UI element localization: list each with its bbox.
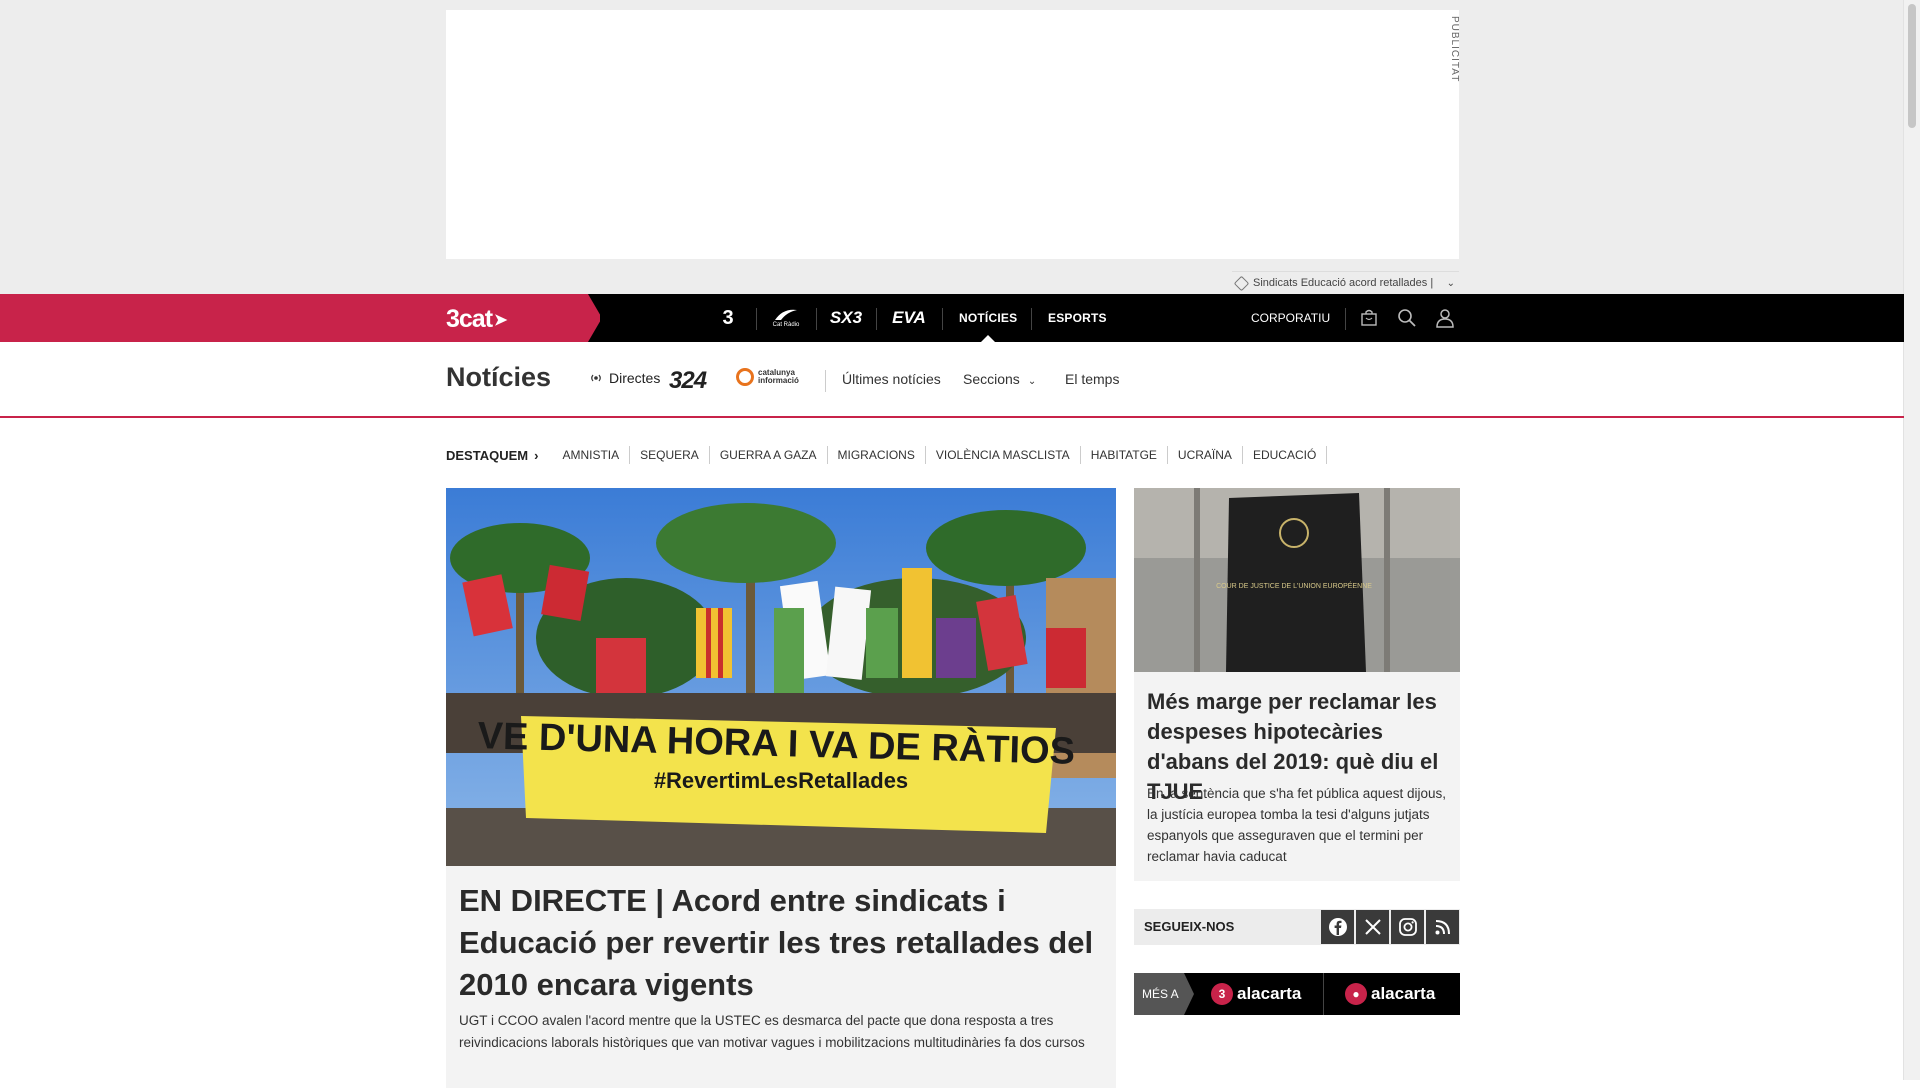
nav-divider	[876, 308, 877, 330]
follow-us-label: SEGUEIX-NOS	[1144, 919, 1235, 934]
nav-divider	[816, 308, 817, 330]
featured-label[interactable]: DESTAQUEM ›	[446, 448, 538, 463]
section-header: Notícies Directes 324 catalunya informac…	[0, 342, 1904, 418]
nav-noticies-label: NOTÍCIES	[959, 311, 1018, 325]
brand-logo-text: 3cat	[446, 305, 493, 333]
tag-icon	[1233, 275, 1250, 291]
nav-divider	[1031, 308, 1032, 330]
featured-label-text: DESTAQUEM	[446, 447, 529, 463]
sections-dropdown[interactable]: Seccions ⌄	[963, 371, 1036, 387]
instagram-icon[interactable]	[1391, 910, 1424, 944]
latest-news-link[interactable]: Últimes notícies	[842, 371, 941, 387]
live-label: Directes	[609, 370, 661, 386]
live-broadcast-icon	[589, 371, 603, 385]
protest-photo: VE D'UNA HORA I VA DE RÀTIOS #RevertimLe…	[446, 488, 1116, 866]
header-divider	[825, 370, 826, 392]
catinfo-text: catalunya informació	[758, 369, 799, 385]
topic-tag[interactable]: GUERRA A GAZA	[710, 446, 828, 464]
logo-324[interactable]: 324	[669, 367, 707, 395]
live-link[interactable]: Directes	[589, 370, 660, 386]
brand-logo[interactable]: 3cat ➤	[446, 305, 507, 334]
corporate-link[interactable]: CORPORATIU	[1251, 294, 1330, 342]
search-icon[interactable]	[1396, 307, 1418, 329]
nav-divider	[942, 308, 943, 330]
brand-strip	[0, 294, 600, 342]
chevron-right-icon: ›	[534, 447, 539, 463]
main-story-image[interactable]: VE D'UNA HORA I VA DE RÀTIOS #RevertimLe…	[446, 488, 1116, 866]
tv3-alacarta-link[interactable]: 3 alacarta	[1211, 973, 1301, 1015]
channel-catradio[interactable]: Cat Ràdio	[764, 294, 808, 342]
court-sign-text: COUR DE JUSTICE DE L'UNION EUROPÉENNE	[1216, 581, 1372, 590]
chevron-down-icon[interactable]: ⌄	[1447, 278, 1455, 289]
nav-divider	[1345, 308, 1346, 330]
main-story-headline[interactable]: EN DIRECTE | Acord entre sindicats i Edu…	[459, 880, 1104, 1006]
catradio-alacarta-label: alacarta	[1371, 984, 1436, 1003]
topic-tag[interactable]: UCRAÏNA	[1168, 446, 1243, 464]
tv3-logo: 3	[722, 306, 734, 329]
logo-324-text: 324	[669, 367, 707, 394]
ad-banner[interactable]	[446, 10, 1459, 259]
catradio-alacarta-link[interactable]: ● alacarta	[1345, 973, 1435, 1015]
nav-esports-label: ESPORTS	[1048, 311, 1107, 325]
channel-eva[interactable]: EVA	[884, 294, 934, 342]
top-navigation: 3cat ➤ 3 Cat Ràdio SX3 EVA NOTÍCIES ESPOR…	[0, 294, 1904, 342]
more-divider	[1323, 973, 1324, 1015]
logo-catalunya-informacio[interactable]: catalunya informació	[736, 368, 799, 386]
nav-divider	[756, 308, 757, 330]
banner-hashtag: #RevertimLesRetallades	[654, 768, 908, 793]
scrollbar-thumb[interactable]	[1908, 4, 1916, 128]
corporate-label: CORPORATIU	[1251, 311, 1331, 325]
main-story-card[interactable]: VE D'UNA HORA I VA DE RÀTIOS #RevertimLe…	[446, 488, 1116, 1088]
ad-label: PUBLICITAT	[1449, 16, 1460, 83]
nav-noticies[interactable]: NOTÍCIES	[959, 294, 1017, 342]
nav-esports[interactable]: ESPORTS	[1048, 294, 1107, 342]
catradio-icon: ●	[1345, 983, 1367, 1005]
follow-us-bar: SEGUEIX-NOS	[1134, 909, 1460, 945]
x-icon[interactable]	[1356, 910, 1389, 944]
topic-tag[interactable]: EDUCACIÓ	[1243, 446, 1328, 464]
shop-bag-icon[interactable]	[1358, 307, 1380, 329]
topic-tag[interactable]: AMNISTIA	[552, 446, 631, 464]
more-at-label: MÉS A	[1134, 973, 1194, 1015]
scrollbar[interactable]	[1903, 0, 1920, 1080]
topic-tag[interactable]: MIGRACIONS	[828, 446, 926, 464]
catradio-logo-icon	[775, 309, 797, 320]
tv3-icon: 3	[1211, 983, 1233, 1005]
topic-tag[interactable]: SEQUERA	[630, 446, 710, 464]
court-sign-photo: COUR DE JUSTICE DE L'UNION EUROPÉENNE	[1134, 488, 1460, 672]
eva-logo: EVA	[892, 308, 926, 327]
topic-tag[interactable]: VIOLÈNCIA MASCLISTA	[926, 446, 1081, 464]
brand-arrow-icon: ➤	[494, 311, 507, 329]
facebook-icon[interactable]	[1321, 910, 1354, 944]
more-at-bar: MÉS A 3 alacarta ● alacarta	[1134, 973, 1460, 1015]
chevron-down-icon: ⌄	[1027, 376, 1037, 387]
sections-label: Seccions	[963, 371, 1020, 387]
catinfo-line2: informació	[758, 376, 799, 385]
catinfo-circle-icon	[736, 368, 754, 386]
topic-tags-text: Sindicats Educació acord retallades |	[1253, 277, 1434, 289]
main-story-summary: UGT i CCOO avalen l'acord mentre que la …	[459, 1013, 1085, 1050]
sx3-logo: SX3	[829, 308, 863, 327]
page-title: Notícies	[446, 362, 552, 392]
topic-tags-bar[interactable]: Sindicats Educació acord retallades | ⌄	[1232, 271, 1459, 294]
tv3-alacarta-label: alacarta	[1237, 984, 1302, 1003]
side-story-image[interactable]: COUR DE JUSTICE DE L'UNION EUROPÉENNE	[1134, 488, 1460, 672]
side-story-card[interactable]: COUR DE JUSTICE DE L'UNION EUROPÉENNE Mé…	[1134, 488, 1460, 881]
channel-sx3[interactable]: SX3	[824, 294, 868, 342]
side-story-summary: En la sentència que s'ha fet pública aqu…	[1147, 786, 1447, 864]
rss-icon[interactable]	[1426, 910, 1459, 944]
featured-topics: DESTAQUEM › AMNISTIA SEQUERA GUERRA A GAZ…	[446, 446, 1328, 464]
catradio-label: Cat Ràdio	[772, 322, 800, 328]
weather-link[interactable]: El temps	[1065, 371, 1119, 387]
channel-tv3[interactable]: 3	[708, 294, 748, 342]
user-icon[interactable]	[1434, 307, 1456, 329]
ad-zone: PUBLICITAT Sindicats Educació acord reta…	[0, 0, 1904, 294]
topic-tag[interactable]: HABITATGE	[1081, 446, 1168, 464]
